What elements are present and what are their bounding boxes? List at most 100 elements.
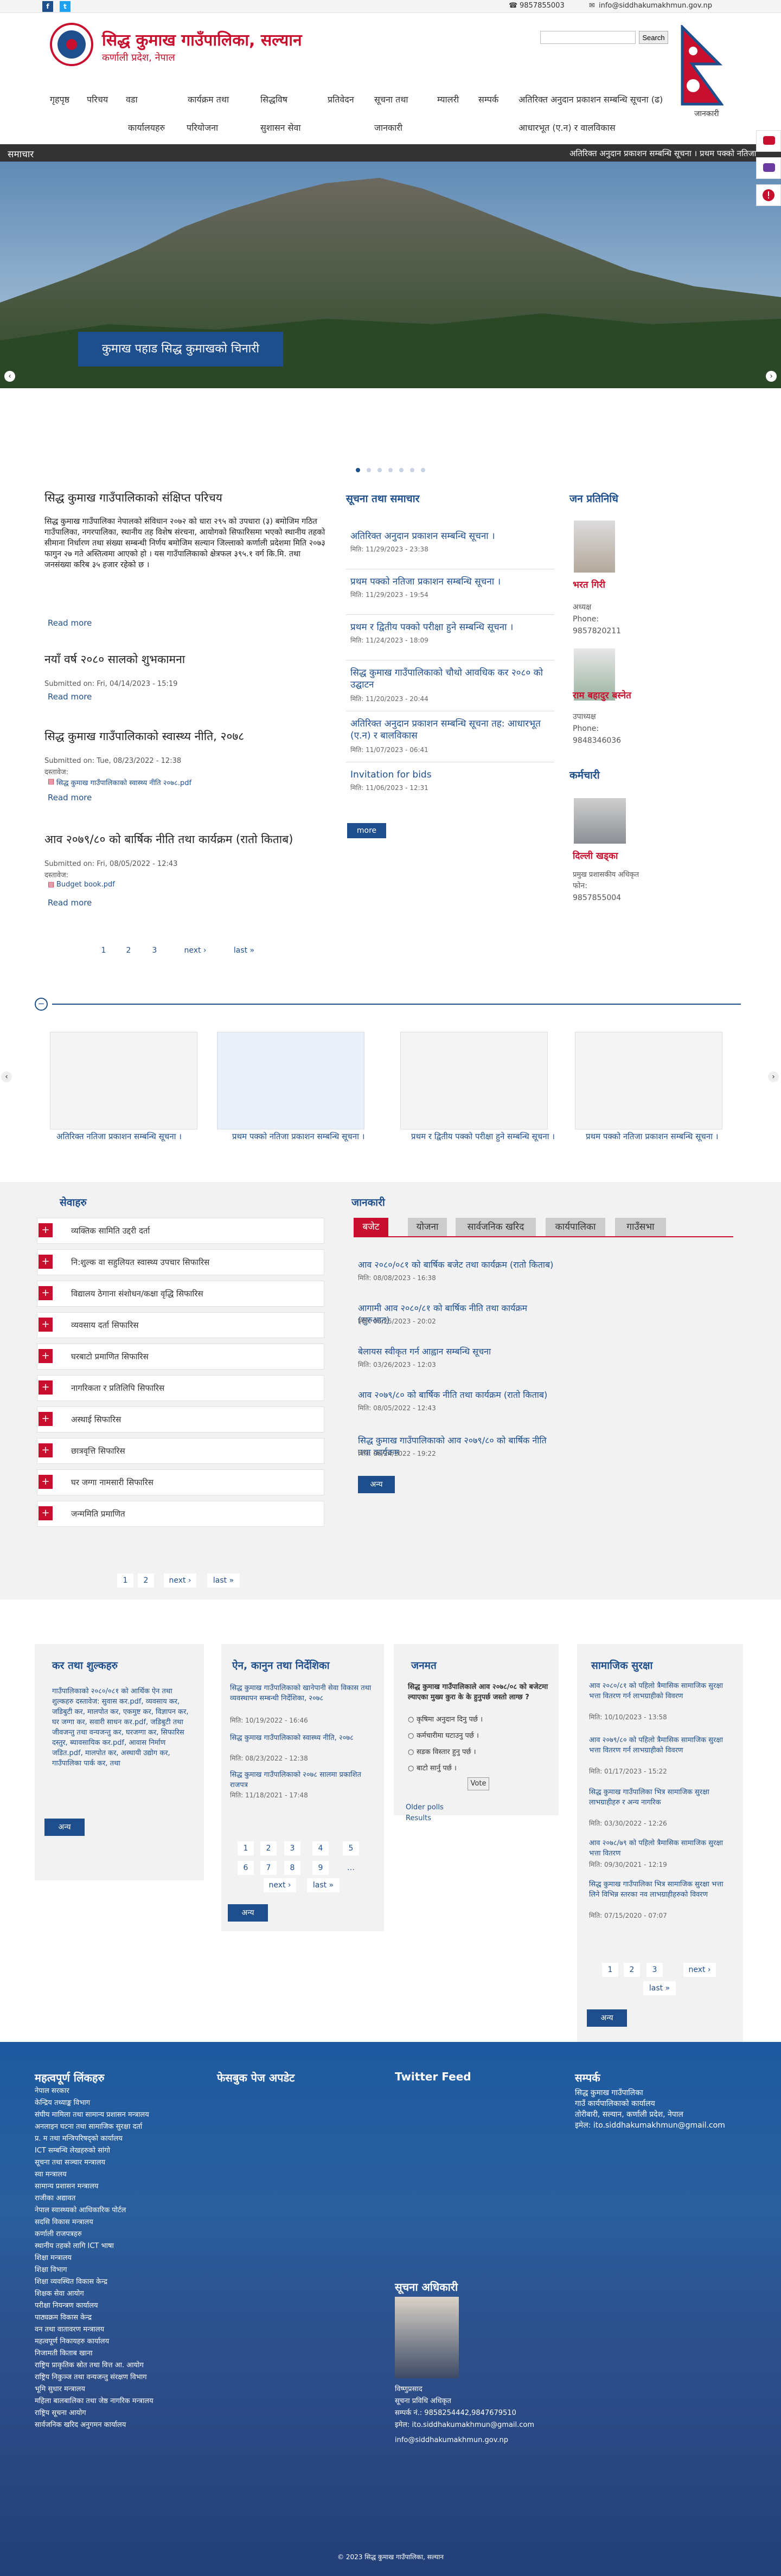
pager-last[interactable]: last » [307,1878,340,1892]
footer-link[interactable]: शिक्षा मन्त्रालय [35,2252,72,2264]
service-item[interactable]: + घर जग्गा नामसारी सिफारिस [37,1469,324,1495]
service-item[interactable]: + अस्थाई सिफारिस [37,1406,324,1432]
nav-report[interactable]: प्रतिवेदन [328,93,354,105]
article-title[interactable]: सिद्ध कुमाख गाउँपालिकाको स्वास्थ्य नीति,… [44,729,244,744]
carousel-toggle-icon[interactable]: − [35,998,48,1011]
tab-plans[interactable]: योजना [408,1218,447,1236]
social-more-button[interactable]: अन्य [587,2009,627,2027]
pager-last[interactable]: last » [643,1981,676,1995]
poll-option[interactable]: सडक विस्तार हुनु पर्छ । [417,1747,476,1757]
footer-link[interactable]: नेपाल सरकार [35,2085,69,2097]
gallery-next-icon[interactable]: › [768,1071,779,1082]
message-icon[interactable] [756,157,781,179]
nav-projects[interactable]: परियोजना [187,121,218,133]
notice-item[interactable]: अतिरिक्त अनुदान प्रकाशन सम्बन्धि सूचना ।… [346,527,554,569]
footer-link[interactable]: कर्णाली राजपत्रहरु [35,2228,82,2240]
rep-name[interactable]: राम बहादुर बस्नेत [573,689,631,701]
service-item[interactable]: + नि:शुल्क वा सहुलियत स्वास्थ्य उपचार सिफ… [37,1249,324,1275]
social-item[interactable]: आव २०७८/७९ को पहिलो त्रैमासिक सामाजिक सु… [589,1838,735,1859]
pager-page[interactable]: 1 [238,1841,254,1855]
janakari-more-button[interactable]: अन्य [358,1476,395,1493]
pager-next[interactable]: next › [683,1963,716,1977]
attachment-link[interactable]: Budget book.pdf [56,881,115,889]
officer-line[interactable]: info@siddhakumakhmun.gov.np [395,2434,508,2446]
older-polls-link[interactable]: Older polls [406,1802,444,1813]
footer-link[interactable]: निजामती किताब खाना [35,2348,93,2359]
slider-dot[interactable] [399,468,404,472]
poll-option[interactable]: कृषिमा अनुदान दिनु पर्छ । [417,1714,483,1725]
footer-link[interactable]: ICT सम्बन्धि लेखहरुको सांगो [35,2145,110,2156]
pager-page[interactable]: 2 [120,943,137,958]
search-button[interactable]: Search [639,31,668,44]
footer-link[interactable]: स्वा मन्त्रालय [35,2169,67,2180]
officer-line[interactable]: इमेल: ito.siddhakumakhmun@gmail.com [395,2419,534,2431]
pager-page[interactable]: 1 [117,1573,133,1588]
gallery-image[interactable] [575,1032,722,1129]
social-item[interactable]: आव २०७९/८० को पहिलो त्रैमासिक सामाजिक सु… [589,1735,735,1756]
slider-prev-icon[interactable]: ‹ [4,371,15,382]
notice-item[interactable]: सिद्ध कुमाख गाउँपालिकाको चौथो आवधिक कर २… [346,664,554,711]
slider-dot[interactable] [356,468,360,472]
twitter-icon[interactable]: t [60,1,71,12]
gallery-caption[interactable]: अतिरिक्त नतिजा प्रकाशन सम्बन्धि सूचना । [56,1131,214,1142]
gallery-image[interactable] [400,1032,548,1129]
footer-link[interactable]: अनलाइन घटना तथा सामाजिक सुरक्षा दर्ता [35,2121,142,2132]
slider-dot[interactable] [421,468,425,472]
law-item[interactable]: सिद्ध कुमाख गाउँपालिकाको २०७८ सालमा प्रक… [230,1770,376,1790]
footer-link[interactable]: वन तथा वातावरण मन्त्रालय [35,2324,104,2335]
article-title[interactable]: आव २०७९/८० को बार्षिक नीति तथा कार्यक्रम… [44,832,293,847]
footer-link[interactable]: महिला बालबालिका तथा जेष्ठ नागरिक मन्त्रा… [35,2395,153,2407]
social-item[interactable]: सिद्ध कुमाख गाउँपालिका भित्र सामाजिक सुर… [589,1879,735,1900]
footer-link[interactable]: राष्ट्रिय प्राकृतिक स्रोत तथा वित्त आ. आ… [35,2360,144,2371]
tab-procurement[interactable]: सार्वजनिक खरिद [456,1218,536,1236]
pager-page[interactable]: 8 [284,1861,300,1875]
pager-last[interactable]: last » [207,1573,240,1588]
law-item[interactable]: सिद्ध कुमाख गाउँपालिकाको खानेपानी सेवा व… [230,1683,376,1704]
pager-page[interactable]: 3 [284,1841,300,1855]
slider-dot[interactable] [410,468,414,472]
footer-link[interactable]: परीक्षा नियन्त्रण कार्यालय [35,2300,98,2311]
municipality-logo[interactable] [50,23,93,66]
nav-contact[interactable]: सम्पर्क [478,93,498,105]
pager-page[interactable]: 1 [95,943,112,958]
service-item[interactable]: + जन्ममिति प्रमाणित [37,1501,324,1527]
footer-link[interactable]: प्र. म तथा मन्त्रिपरिषद्को कार्यालय [35,2133,123,2144]
gallery-caption[interactable]: प्रथम र द्वितीय पक्को परीक्षा हुने सम्बन… [411,1131,568,1142]
footer-link[interactable]: संघीय मामिला तथा सामान्य प्रशासन मन्त्रा… [35,2109,149,2121]
poll-results-link[interactable]: Results [406,1813,431,1823]
radio-icon[interactable]: ○ [408,1731,414,1741]
pager-page[interactable]: 4 [312,1841,329,1855]
service-item[interactable]: + व्यवसाय दर्ता सिफारिस [37,1312,324,1338]
slider-next-icon[interactable]: › [766,371,777,382]
site-title[interactable]: सिद्ध कुमाख गाउँपालिका, सल्यान [102,28,302,50]
pager-page[interactable]: 9 [312,1861,329,1875]
notice-item[interactable]: प्रथम पक्को नतिजा प्रकाशन सम्बन्धि सूचना… [346,573,554,615]
nav-gallery[interactable]: म्यालरी [437,93,459,105]
nav-siddhavisha[interactable]: सिद्धविष [260,93,287,105]
pager-page[interactable]: 6 [238,1861,254,1875]
tab-executive[interactable]: कार्यपालिका [546,1218,605,1236]
footer-link[interactable]: शिक्षक सेवा आयोग [35,2288,84,2299]
pager-last[interactable]: last » [228,943,260,958]
nav-governance[interactable]: सुशासन सेवा [260,121,300,133]
pager-page[interactable]: 2 [138,1573,154,1588]
radio-icon[interactable]: ○ [408,1763,414,1774]
pager-next[interactable]: next › [179,943,212,958]
nav-info[interactable]: जानकारी [374,121,402,133]
footer-link[interactable]: शिक्षा विभाग [35,2264,67,2276]
notice-item[interactable]: Invitation for bids मिति: 11/06/2023 - 12… [346,766,554,802]
pager-page[interactable]: 3 [646,1963,663,1977]
footer-link[interactable]: स्थानीय तहको लागि ICT भाषा [35,2240,114,2252]
search-input[interactable] [540,31,636,44]
top-email[interactable]: info@siddhakumakhmun.gov.np [599,2,712,10]
pager-page[interactable]: 1 [602,1963,618,1977]
footer-link[interactable]: सार्वजनिक खरिद अनुगमन कार्यालय [35,2419,126,2431]
footer-link[interactable]: सदसि विकास मन्त्रालय [35,2217,93,2228]
attachment-link[interactable]: सिद्ध कुमाख गाउँपालिकाको स्वास्थ्य नीति … [56,778,191,787]
social-item[interactable]: सिद्ध कुमाख गाउँपालिका भित्र सामाजिक सुर… [589,1787,735,1808]
facebook-icon[interactable]: f [42,1,53,12]
poll-option[interactable]: कर्मचारीमा घटाउनु पर्छ । [417,1731,479,1741]
radio-icon[interactable]: ○ [408,1747,414,1757]
contact-email[interactable]: इमेल: ito.siddhakumakhmun@gmail.com [575,2120,725,2131]
footer-link[interactable]: राजीका अद्यावत [35,2193,75,2204]
